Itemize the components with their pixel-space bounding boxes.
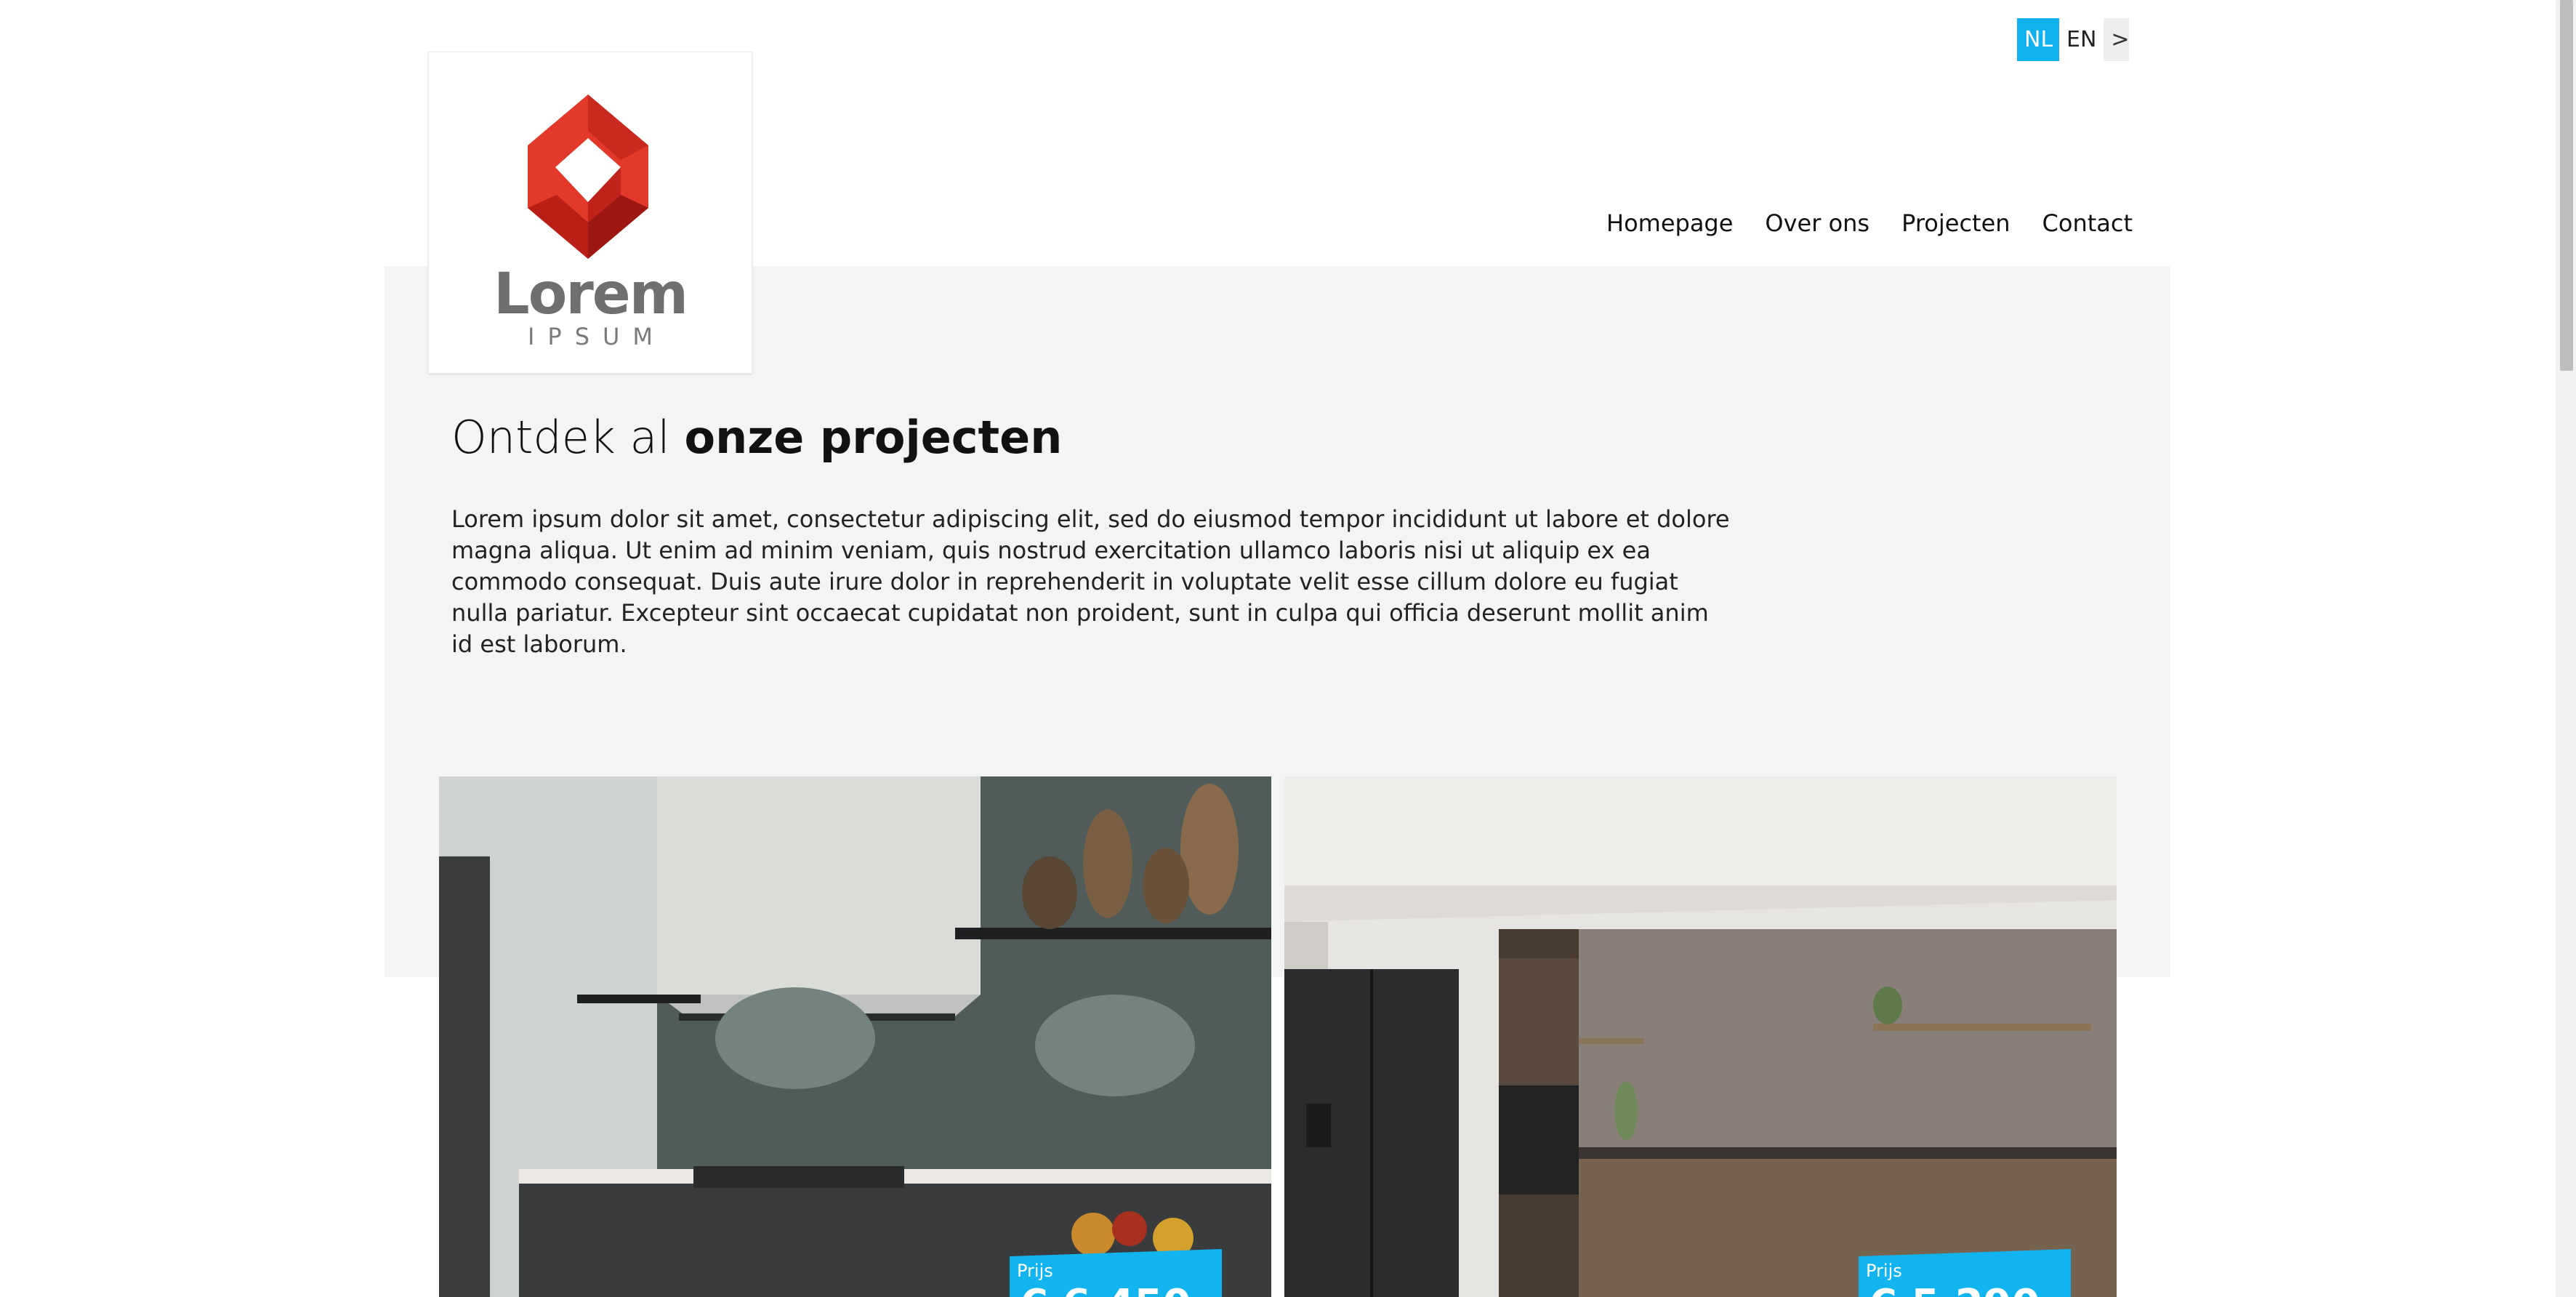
- logo-mark-icon: [528, 95, 648, 259]
- project-image: [439, 776, 1271, 1297]
- project-image: [1284, 776, 2117, 1297]
- nav-contact-link[interactable]: Contact: [2042, 209, 2133, 237]
- price-value: € 5.290: [1869, 1281, 2040, 1297]
- page-scrollbar[interactable]: [2556, 0, 2576, 1297]
- language-switcher: NL EN >: [2017, 18, 2130, 61]
- price-label: Prijs: [1866, 1261, 1902, 1281]
- page-title: Ontdek al onze projecten: [451, 411, 1062, 464]
- price-tag: Prijs € 6.450: [1010, 1249, 1222, 1297]
- lang-en-link[interactable]: EN: [2059, 18, 2104, 61]
- page-title-light: Ontdek al: [451, 411, 670, 464]
- intro-paragraph: Lorem ipsum dolor sit amet, consectetur …: [451, 505, 1730, 658]
- price-label: Prijs: [1017, 1261, 1053, 1281]
- scrollbar-thumb[interactable]: [2560, 0, 2573, 371]
- lang-nl-link[interactable]: NL: [2017, 18, 2059, 61]
- project-card[interactable]: Prijs € 5.290: [1284, 776, 2117, 1297]
- price-value: € 6.450: [1020, 1281, 1191, 1297]
- nav-projecten-link[interactable]: Projecten: [1901, 209, 2010, 237]
- site-logo[interactable]: Lorem IPSUM: [428, 52, 752, 374]
- logo-subtitle: IPSUM: [527, 323, 667, 350]
- nav-over-ons-link[interactable]: Over ons: [1765, 209, 1869, 237]
- logo-wordmark: Lorem: [494, 262, 688, 327]
- main-nav: Homepage Over ons Projecten Contact: [1606, 209, 2133, 237]
- price-tag: Prijs € 5.290: [1859, 1249, 2071, 1297]
- project-card[interactable]: Prijs € 6.450: [439, 776, 1271, 1297]
- nav-homepage-link[interactable]: Homepage: [1606, 209, 1733, 237]
- page-title-bold: onze projecten: [684, 411, 1063, 464]
- lang-next-button[interactable]: >: [2104, 18, 2130, 61]
